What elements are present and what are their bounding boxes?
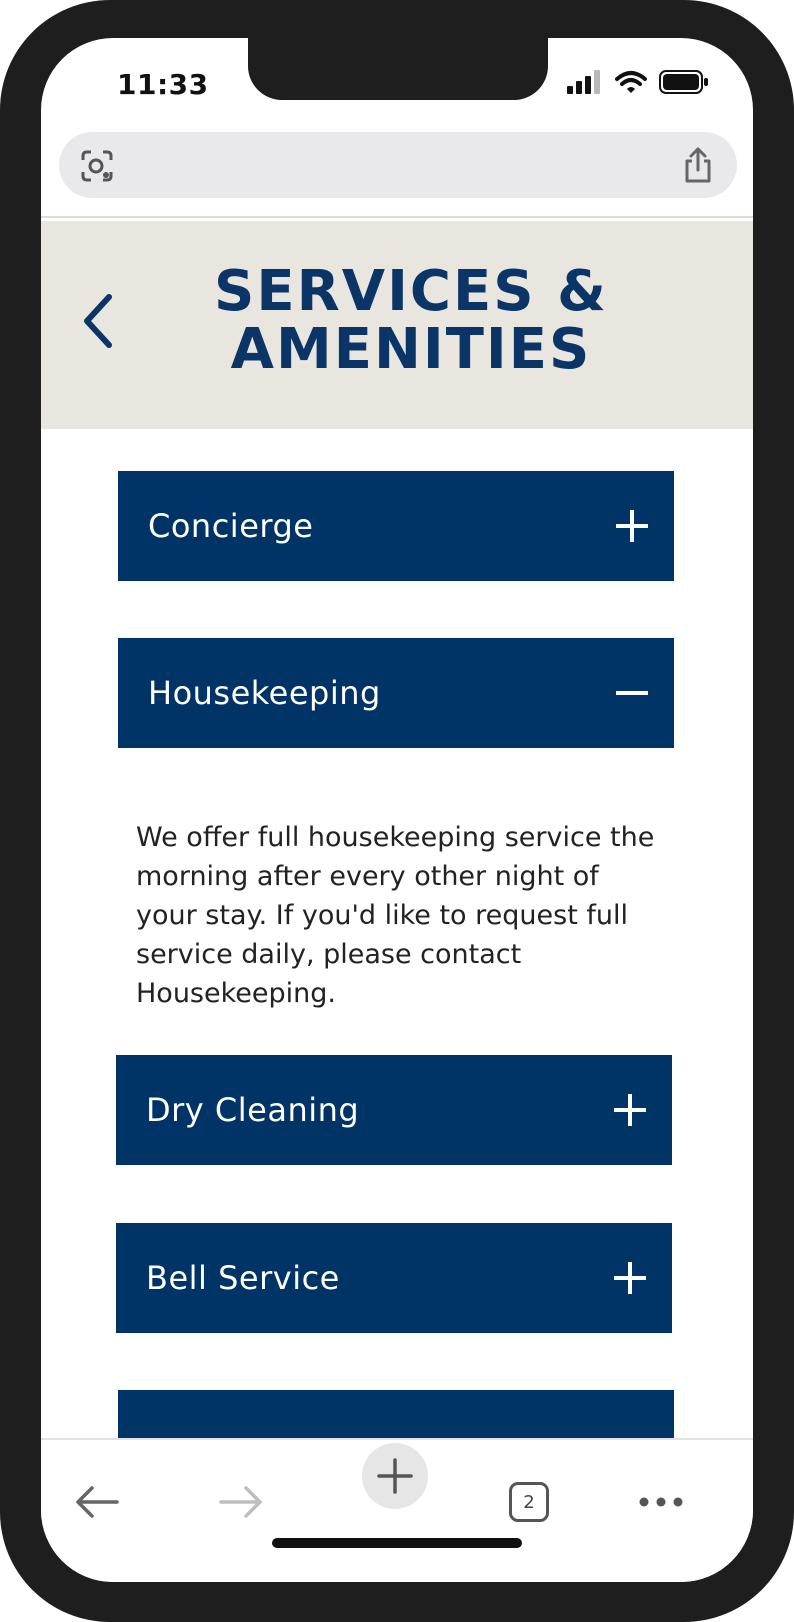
toolbar-new-tab-button[interactable]	[362, 1443, 428, 1509]
page-title-line-2: AMENITIES	[230, 317, 592, 382]
plus-icon[interactable]	[614, 1262, 646, 1294]
plus-icon[interactable]	[614, 1094, 646, 1126]
toolbar-forward-button[interactable]	[211, 1472, 271, 1532]
toolbar-tabs-button[interactable]: 2	[499, 1472, 559, 1532]
phone-screen: 11:33 SERVICES & AMENITIES Concierge Hou…	[41, 38, 753, 1582]
arrow-left-icon	[76, 1486, 119, 1518]
phone-frame: 11:33 SERVICES & AMENITIES Concierge Hou…	[0, 0, 794, 1622]
plus-icon	[377, 1458, 413, 1494]
camera-notch	[248, 38, 548, 100]
page-header: SERVICES & AMENITIES	[41, 221, 753, 429]
toolbar-back-button[interactable]	[67, 1472, 127, 1532]
address-divider	[41, 216, 753, 218]
minus-icon[interactable]	[616, 677, 648, 709]
accordion-label: Concierge	[148, 507, 314, 545]
home-indicator	[272, 1538, 522, 1548]
accordion-concierge[interactable]: Concierge	[118, 471, 674, 581]
accordion-label: Bell Service	[146, 1259, 340, 1297]
status-icons	[567, 70, 709, 94]
plus-icon[interactable]	[616, 510, 648, 542]
lens-icon[interactable]	[79, 148, 115, 184]
more-icon	[639, 1497, 683, 1507]
accordion-bell-service[interactable]: Bell Service	[116, 1223, 672, 1333]
address-bar[interactable]	[59, 132, 737, 198]
share-icon[interactable]	[681, 146, 715, 184]
battery-icon	[659, 70, 708, 94]
page-title-line-1: SERVICES &	[214, 259, 608, 324]
accordion-label: Housekeeping	[148, 674, 381, 712]
chevron-left-icon[interactable]	[79, 291, 115, 351]
status-time: 11:33	[117, 68, 209, 101]
toolbar-more-button[interactable]	[631, 1472, 691, 1532]
arrow-right-icon	[219, 1486, 262, 1518]
accordion-label: Dry Cleaning	[146, 1091, 360, 1129]
signal-icon	[567, 70, 600, 94]
tabs-count: 2	[509, 1482, 549, 1522]
accordion-housekeeping[interactable]: Housekeeping	[118, 638, 674, 748]
housekeeping-description: We offer full housekeeping service the m…	[136, 822, 655, 1009]
page-title: SERVICES & AMENITIES	[151, 263, 671, 379]
wifi-icon	[615, 71, 647, 93]
accordion-dry-cleaning[interactable]: Dry Cleaning	[116, 1055, 672, 1165]
